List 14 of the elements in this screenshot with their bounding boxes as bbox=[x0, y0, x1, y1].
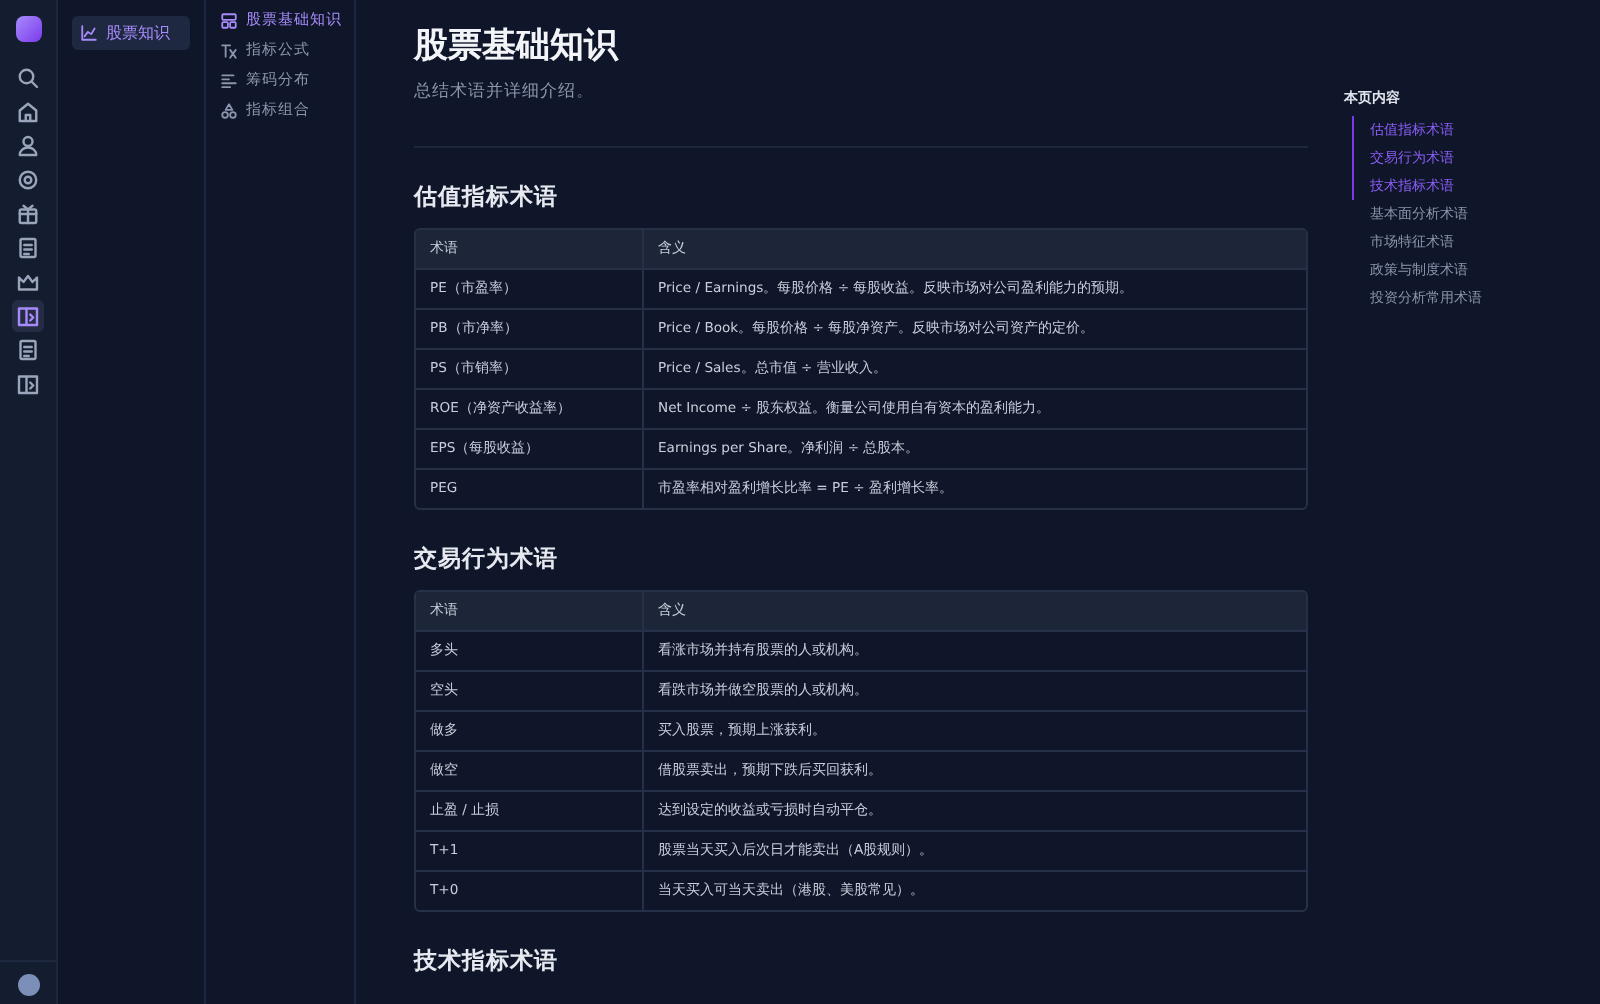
shapes-icon bbox=[220, 101, 238, 119]
section-heading: 技术指标术语 bbox=[414, 946, 560, 974]
chart-icon bbox=[80, 24, 98, 42]
bars-icon bbox=[220, 71, 238, 89]
grid-icon bbox=[220, 11, 238, 29]
avatar-icon[interactable] bbox=[17, 974, 39, 996]
section-heading: 估值指标术语 bbox=[414, 182, 560, 210]
formula-icon bbox=[220, 41, 238, 59]
section-heading: 交易行为术语 bbox=[414, 544, 560, 572]
page-title: 股票基础知识 bbox=[414, 24, 621, 68]
app-logo[interactable] bbox=[15, 16, 41, 42]
page-subtitle: 总结术语并详细介绍。 bbox=[414, 80, 596, 104]
sidebar-item[interactable]: 股票知识 bbox=[72, 16, 190, 50]
rail-button[interactable] bbox=[12, 300, 44, 332]
